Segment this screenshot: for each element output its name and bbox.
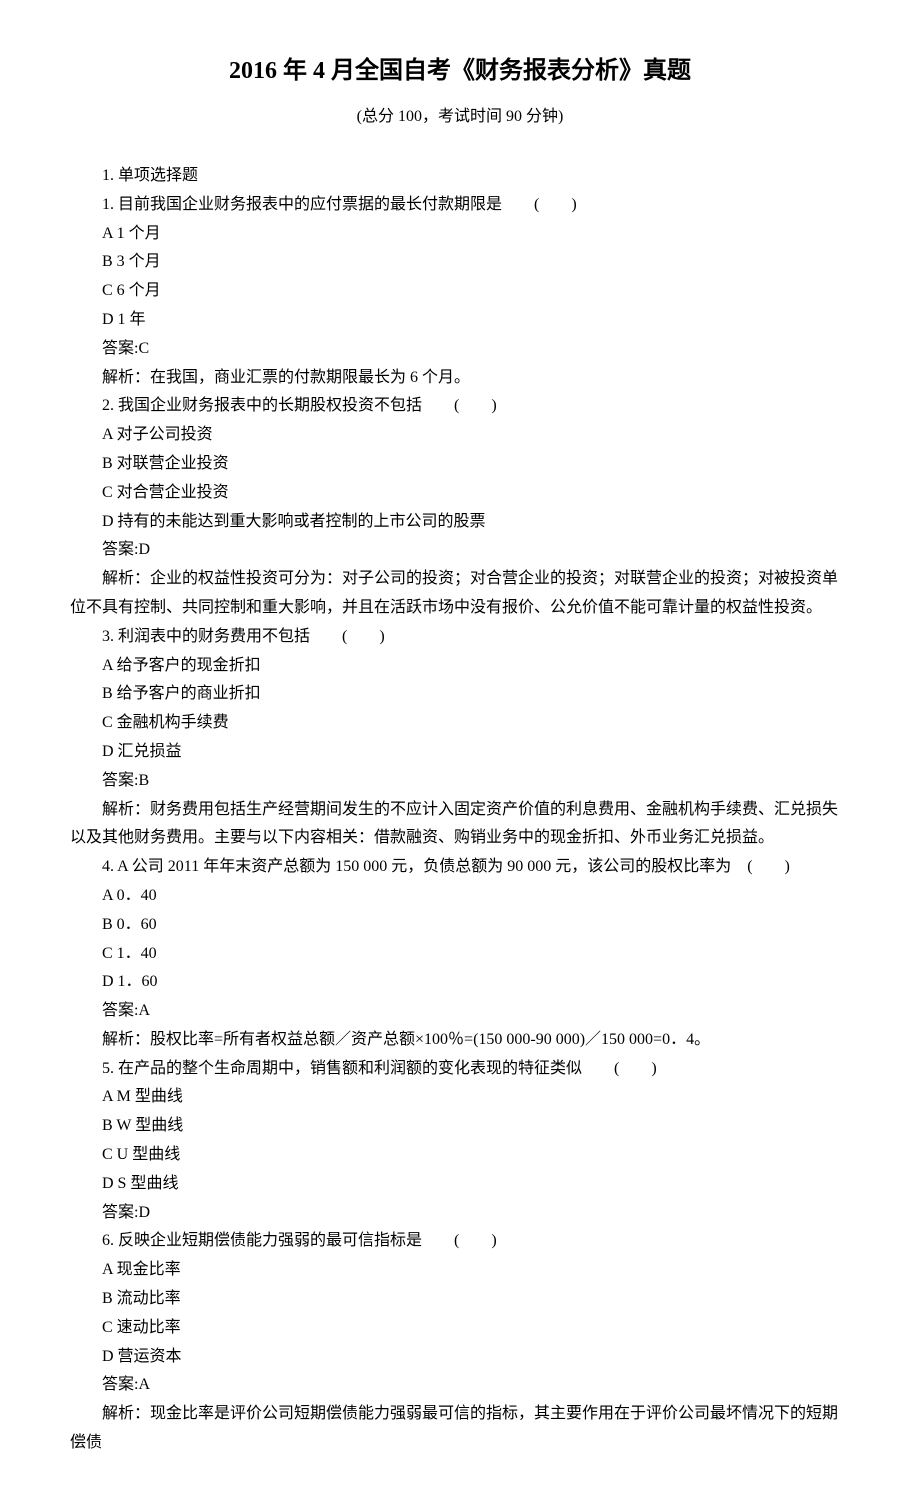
section-header: 1. 单项选择题 (70, 162, 850, 191)
question-stem: 4. A 公司 2011 年年末资产总额为 150 000 元，负债总额为 90… (70, 853, 850, 882)
document-subtitle: (总分 100，考试时间 90 分钟) (70, 103, 850, 132)
option: D S 型曲线 (70, 1170, 850, 1199)
option: B 给予客户的商业折扣 (70, 680, 850, 709)
option: B 流动比率 (70, 1285, 850, 1314)
option: C 金融机构手续费 (70, 709, 850, 738)
answer: 答案:A (70, 1371, 850, 1400)
option: A 给予客户的现金折扣 (70, 652, 850, 681)
option: D 持有的未能达到重大影响或者控制的上市公司的股票 (70, 508, 850, 537)
option: D 汇兑损益 (70, 738, 850, 767)
question-stem: 2. 我国企业财务报表中的长期股权投资不包括 ( ) (70, 392, 850, 421)
answer: 答案:C (70, 335, 850, 364)
option: C 6 个月 (70, 277, 850, 306)
answer: 答案:D (70, 1199, 850, 1228)
option: D 营运资本 (70, 1343, 850, 1372)
explanation: 解析：股权比率=所有者权益总额／资产总额×100％=(150 000-90 00… (70, 1026, 850, 1055)
explanation: 解析：在我国，商业汇票的付款期限最长为 6 个月。 (70, 364, 850, 393)
option: B 0．60 (70, 911, 850, 940)
answer: 答案:D (70, 536, 850, 565)
option: B 对联营企业投资 (70, 450, 850, 479)
option: B 3 个月 (70, 248, 850, 277)
option: B W 型曲线 (70, 1112, 850, 1141)
option: A 现金比率 (70, 1256, 850, 1285)
answer: 答案:B (70, 767, 850, 796)
document-title: 2016 年 4 月全国自考《财务报表分析》真题 (70, 50, 850, 93)
option: C 速动比率 (70, 1314, 850, 1343)
option: C 对合营企业投资 (70, 479, 850, 508)
option: A 1 个月 (70, 220, 850, 249)
option: D 1 年 (70, 306, 850, 335)
question-stem: 1. 目前我国企业财务报表中的应付票据的最长付款期限是 ( ) (70, 191, 850, 220)
explanation: 解析：财务费用包括生产经营期间发生的不应计入固定资产价值的利息费用、金融机构手续… (70, 796, 850, 854)
answer: 答案:A (70, 997, 850, 1026)
option: A 对子公司投资 (70, 421, 850, 450)
question-stem: 5. 在产品的整个生命周期中，销售额和利润额的变化表现的特征类似 ( ) (70, 1055, 850, 1084)
document-body: 1. 单项选择题 1. 目前我国企业财务报表中的应付票据的最长付款期限是 ( )… (70, 162, 850, 1458)
option: A M 型曲线 (70, 1083, 850, 1112)
explanation: 解析：企业的权益性投资可分为：对子公司的投资；对合营企业的投资；对联营企业的投资… (70, 565, 850, 623)
option: D 1．60 (70, 968, 850, 997)
option: A 0．40 (70, 882, 850, 911)
option: C U 型曲线 (70, 1141, 850, 1170)
question-stem: 3. 利润表中的财务费用不包括 ( ) (70, 623, 850, 652)
option: C 1．40 (70, 940, 850, 969)
explanation: 解析：现金比率是评价公司短期偿债能力强弱最可信的指标，其主要作用在于评价公司最坏… (70, 1400, 850, 1458)
question-stem: 6. 反映企业短期偿债能力强弱的最可信指标是 ( ) (70, 1227, 850, 1256)
